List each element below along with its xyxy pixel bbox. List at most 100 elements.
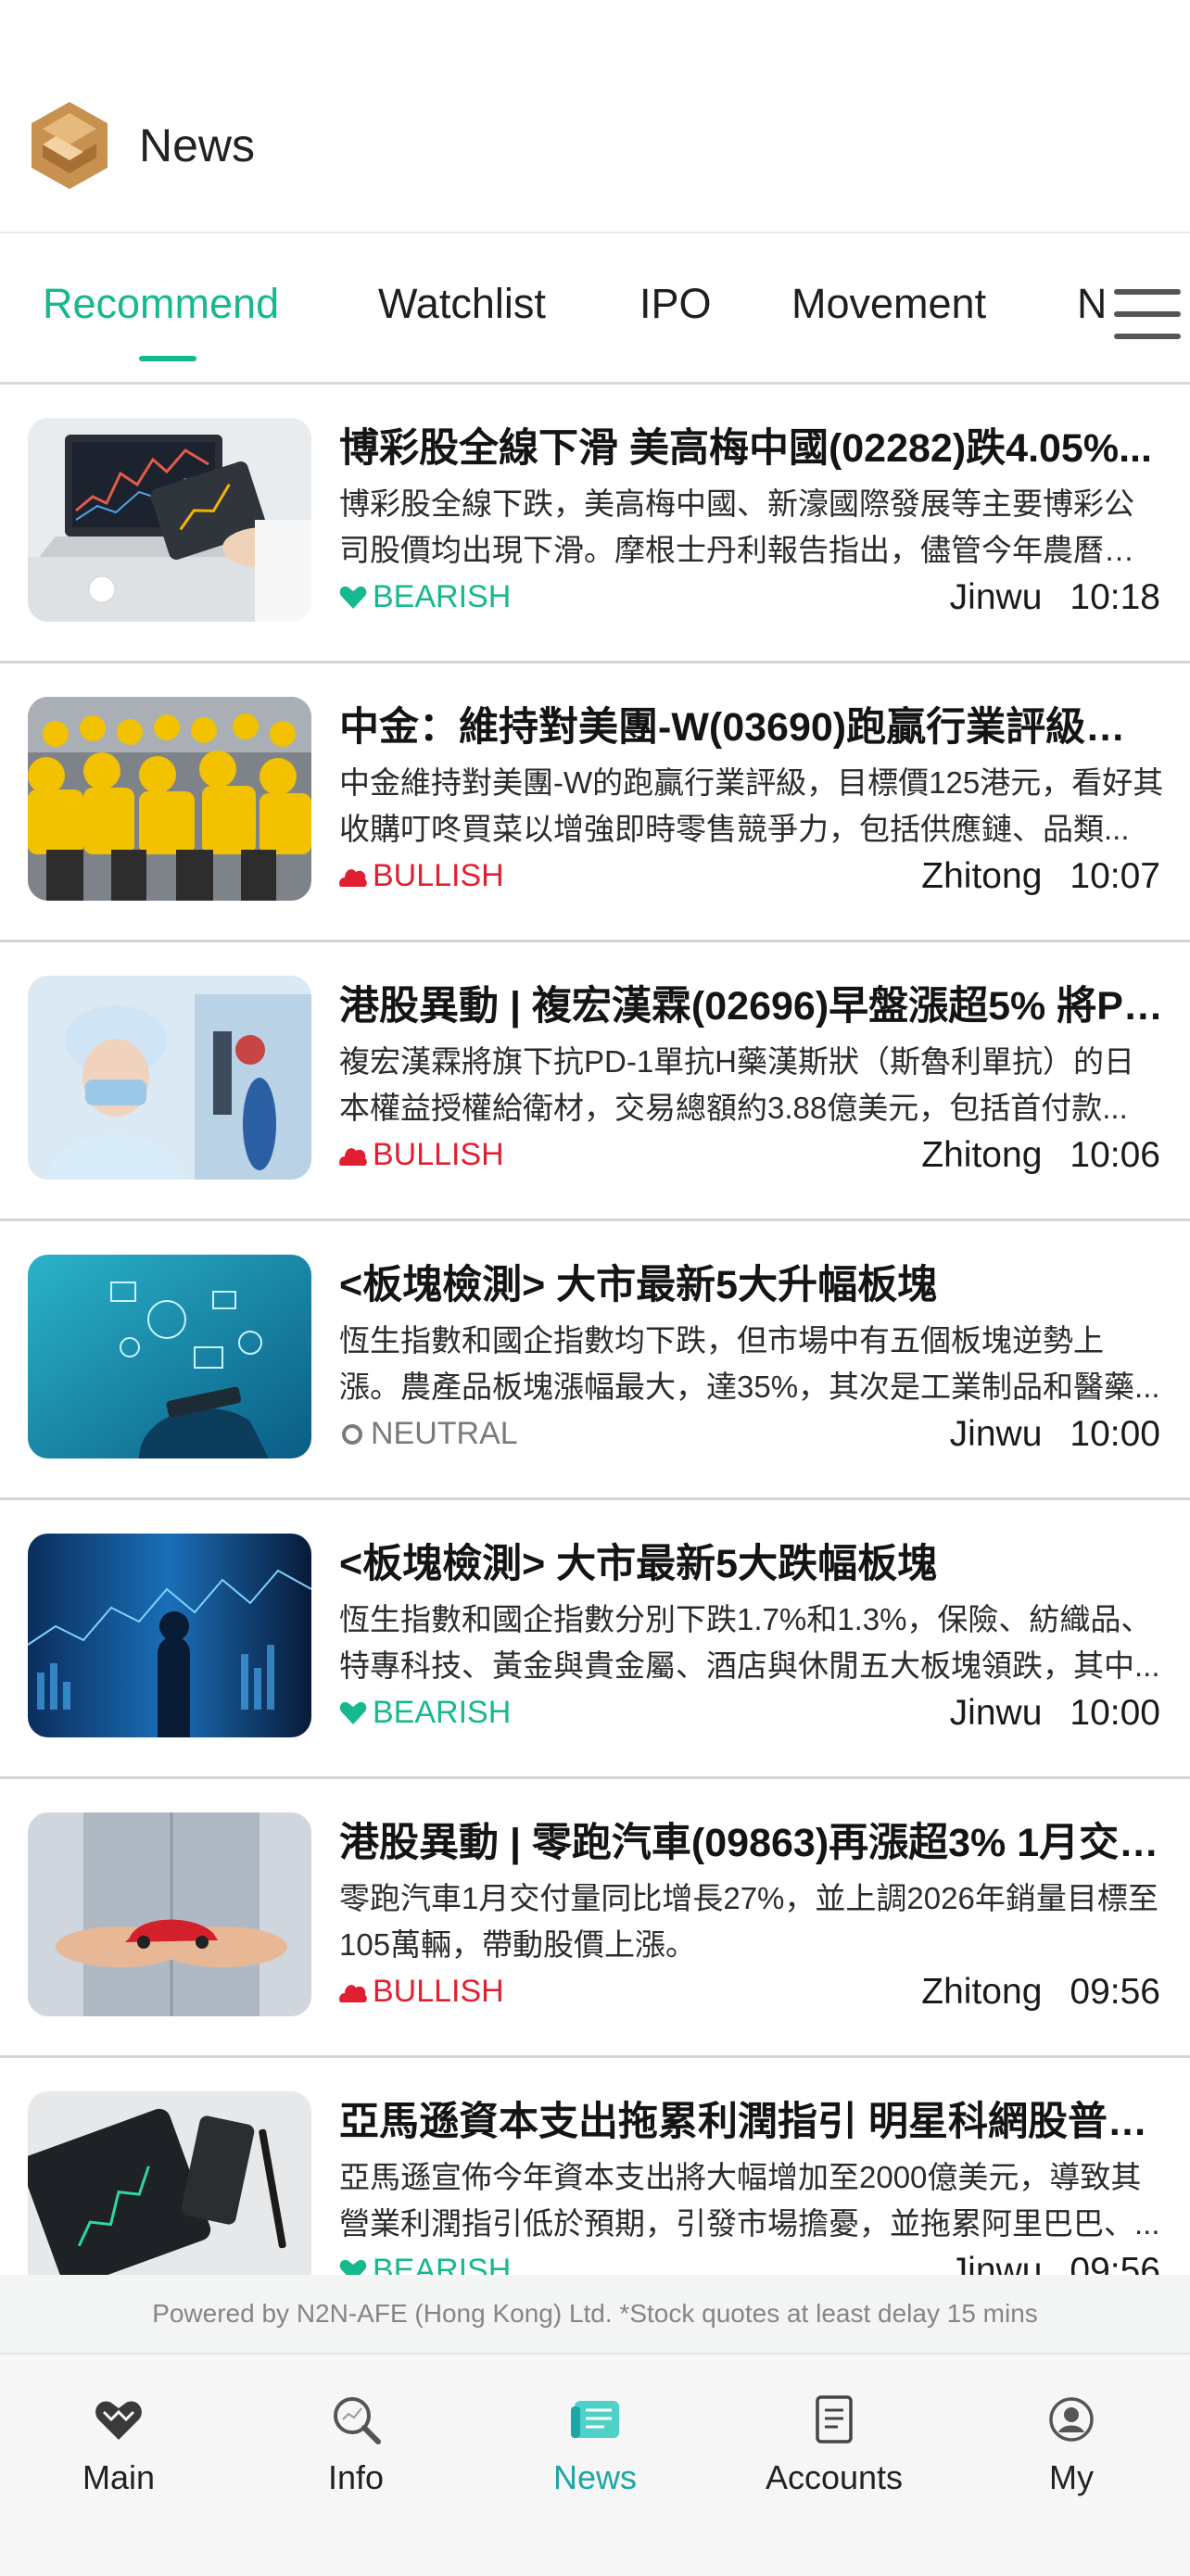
tab-movement[interactable]: Movement: [791, 280, 986, 328]
search-info-icon: [334, 2397, 381, 2444]
news-title: 港股異動 | 零跑汽車(09863)再漲超3% 1月交付量...: [339, 1821, 1164, 1865]
news-summary: 恆生指數和國企指數均下跌，但市場中有五個板塊逆勢上漲。農產品板塊漲幅最大，達35…: [339, 1323, 1160, 1404]
tab-ipo[interactable]: IPO: [639, 280, 712, 328]
sentiment-label: BEARISH: [373, 579, 512, 614]
bottom-nav: Main Info News Accounts My: [0, 2353, 1190, 2576]
user-icon: [1049, 2397, 1094, 2442]
app-header: News: [0, 0, 1190, 234]
news-title: <板塊檢測> 大市最新5大跌幅板塊: [339, 1542, 938, 1586]
news-item[interactable]: 亞馬遜資本支出拖累利潤指引 明星科網股普遍下跌... 亞馬遜宣佈今年資本支出將大…: [0, 2058, 1190, 2275]
sentiment-badge: BEARISH: [339, 2253, 511, 2275]
bearish-heart-icon: [339, 2259, 367, 2275]
sentiment-label: BULLISH: [373, 1137, 504, 1172]
nav-item-news[interactable]: News: [502, 2392, 688, 2512]
news-source: Zhitong: [921, 1135, 1043, 1175]
page-title: News: [139, 120, 256, 171]
news-item[interactable]: 港股異動 | 零跑汽車(09863)再漲超3% 1月交付量... 零跑汽車1月交…: [0, 1779, 1190, 2058]
news-item[interactable]: 中金：維持對美團-W(03690)跑贏行業評級，目標價... 中金維持對美團-W…: [0, 663, 1190, 942]
news-thumbnail: [28, 976, 311, 1180]
bullish-cloud-icon: [339, 1147, 367, 1166]
sentiment-badge: BEARISH: [339, 1695, 511, 1731]
nav-item-main[interactable]: Main: [26, 2392, 211, 2512]
news-meta: Zhitong 10:06: [921, 1135, 1160, 1176]
disclaimer-bar: Powered by N2N-AFE (Hong Kong) Ltd. *Sto…: [0, 2275, 1190, 2353]
sentiment-badge: BULLISH: [339, 858, 504, 894]
news-item[interactable]: 博彩股全線下滑 美高梅中國(02282)跌4.05%... 博彩股全線下跌，美高…: [0, 385, 1190, 663]
sentiment-badge: BULLISH: [339, 1137, 504, 1173]
bullish-cloud-icon: [339, 868, 367, 887]
menu-line-icon: [1114, 311, 1181, 317]
nav-label: My: [1049, 2458, 1094, 2496]
news-thumbnail: [28, 1812, 311, 2016]
news-title: 亞馬遜資本支出拖累利潤指引 明星科網股普遍下跌...: [339, 2100, 1164, 2144]
news-meta: Jinwu 10:18: [950, 577, 1160, 618]
news-item[interactable]: 港股異動 | 複宏漢霖(02696)早盤漲超5% 將PD-1... 複宏漢霖將旗…: [0, 942, 1190, 1221]
news-source: Jinwu: [949, 2251, 1043, 2275]
sentiment-label: BULLISH: [373, 858, 504, 893]
news-source: Jinwu: [949, 577, 1043, 617]
news-thumbnail: [28, 1255, 311, 1458]
sentiment-label: BEARISH: [373, 1695, 512, 1730]
news-title: <板塊檢測> 大市最新5大升幅板塊: [339, 1263, 938, 1307]
heart-icon: [95, 2401, 142, 2440]
news-summary: 複宏漢霖將旗下抗PD-1單抗H藥漢斯狀（斯魯利單抗）的日本權益授權給衛材，交易總…: [339, 1044, 1135, 1125]
category-tabs: Recommend Watchlist IPO Movement N: [0, 234, 1190, 385]
news-source: Zhitong: [921, 1972, 1043, 2012]
news-summary: 亞馬遜宣佈今年資本支出將大幅增加至2000億美元，導致其營業利潤指引低於預期，引…: [339, 2160, 1160, 2241]
nav-label: Accounts: [765, 2458, 904, 2496]
bearish-heart-icon: [339, 586, 367, 609]
news-time: 10:07: [1070, 856, 1160, 896]
nav-label: Info: [327, 2458, 385, 2496]
neutral-circle-icon: [342, 1423, 362, 1445]
news-thumbnail: [28, 697, 311, 901]
bullish-cloud-icon: [339, 1984, 367, 2002]
news-time: 10:06: [1070, 1135, 1160, 1175]
news-time: 10:18: [1070, 577, 1160, 617]
tab-watchlist[interactable]: Watchlist: [378, 280, 546, 328]
sentiment-badge: BULLISH: [339, 1974, 504, 2010]
menu-line-icon: [1114, 334, 1181, 339]
nav-item-info[interactable]: Info: [263, 2392, 449, 2512]
news-summary: 博彩股全線下跌，美高梅中國、新濠國際發展等主要博彩公司股價均出現下滑。摩根士丹利…: [339, 486, 1134, 567]
news-time: 10:00: [1070, 1414, 1160, 1454]
sentiment-badge: NEUTRAL: [339, 1416, 518, 1452]
news-thumbnail: [28, 1534, 311, 1737]
news-time: 10:00: [1070, 1693, 1160, 1733]
sentiment-label: BEARISH: [373, 2253, 512, 2275]
news-meta: Jinwu 09:56: [950, 2251, 1160, 2275]
nav-item-my[interactable]: My: [979, 2392, 1164, 2512]
app-logo-icon: [32, 102, 108, 189]
news-icon: [571, 2401, 619, 2438]
tab-recommend[interactable]: Recommend: [43, 280, 279, 328]
news-item[interactable]: <板塊檢測> 大市最新5大升幅板塊 恆生指數和國企指數均下跌，但市場中有五個板塊…: [0, 1221, 1190, 1500]
sentiment-badge: BEARISH: [339, 579, 511, 615]
nav-label: Main: [82, 2458, 156, 2496]
news-title: 中金：維持對美團-W(03690)跑贏行業評級，目標價...: [339, 705, 1164, 750]
news-title: 博彩股全線下滑 美高梅中國(02282)跌4.05%...: [339, 426, 1152, 471]
menu-line-icon: [1114, 289, 1181, 295]
news-item[interactable]: <板塊檢測> 大市最新5大跌幅板塊 恆生指數和國企指數分別下跌1.7%和1.3%…: [0, 1500, 1190, 1779]
nav-item-accounts[interactable]: Accounts: [741, 2392, 927, 2512]
document-icon: [816, 2395, 853, 2443]
news-meta: Zhitong 09:56: [921, 1972, 1160, 2013]
news-source: Jinwu: [949, 1693, 1043, 1733]
tabs-menu-button[interactable]: [1103, 272, 1190, 356]
news-summary: 中金維持對美團-W的跑贏行業評級，目標價125港元，看好其收購叮咚買菜以增強即時…: [339, 765, 1164, 846]
news-meta: Jinwu 10:00: [950, 1693, 1160, 1734]
news-source: Zhitong: [921, 856, 1043, 896]
news-time: 09:56: [1070, 1972, 1160, 2012]
sentiment-label: NEUTRAL: [371, 1416, 518, 1451]
news-time: 09:56: [1070, 2251, 1160, 2275]
news-list: 博彩股全線下滑 美高梅中國(02282)跌4.05%... 博彩股全線下跌，美高…: [0, 385, 1190, 2275]
news-thumbnail: [28, 418, 311, 622]
active-tab-indicator: [139, 356, 196, 361]
sentiment-label: BULLISH: [373, 1974, 504, 2009]
news-source: Jinwu: [949, 1414, 1043, 1454]
bearish-heart-icon: [339, 1701, 367, 1724]
news-thumbnail: [28, 2091, 311, 2275]
news-meta: Zhitong 10:07: [921, 856, 1160, 897]
news-meta: Jinwu 10:00: [950, 1414, 1160, 1455]
news-title: 港股異動 | 複宏漢霖(02696)早盤漲超5% 將PD-1...: [339, 984, 1164, 1029]
news-summary: 零跑汽車1月交付量同比增長27%，並上調2026年銷量目標至105萬輛，帶動股價…: [339, 1881, 1158, 1962]
nav-label: News: [552, 2458, 638, 2496]
